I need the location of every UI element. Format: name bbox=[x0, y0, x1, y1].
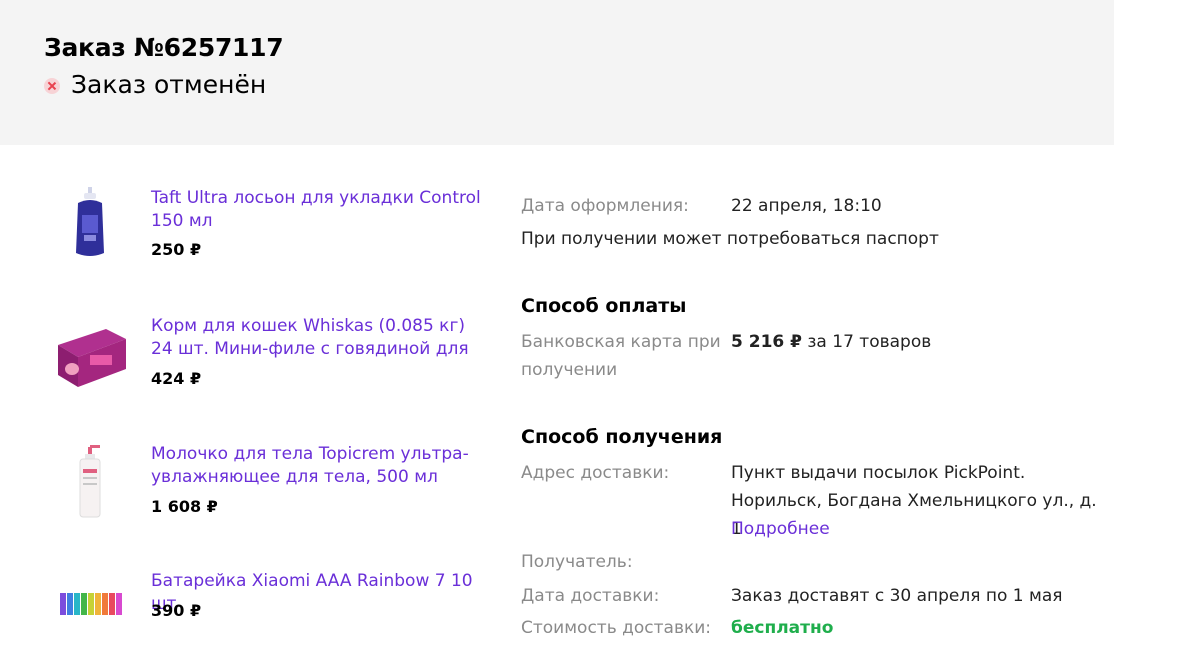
product-name-link[interactable]: Корм для кошек Whiskas (0.085 кг) 24 шт.… bbox=[151, 315, 491, 361]
delivery-section-title: Способ получения bbox=[521, 426, 723, 448]
order-title: Заказ №6257117 bbox=[44, 33, 284, 62]
product-price: 390 ₽ bbox=[151, 601, 202, 620]
cancelled-icon bbox=[44, 77, 60, 94]
product-name-link[interactable]: Молочко для тела Topicrem ультра-увлажня… bbox=[151, 443, 491, 489]
product-image[interactable] bbox=[50, 443, 130, 523]
delivery-address-label: Адрес доставки: bbox=[521, 463, 670, 483]
product-price: 424 ₽ bbox=[151, 369, 202, 388]
product-name-link[interactable]: Taft Ultra лосьон для укладки Control 15… bbox=[151, 187, 491, 233]
product-image[interactable] bbox=[50, 185, 130, 265]
more-details-link[interactable]: Подробнее bbox=[731, 515, 830, 543]
product-item[interactable]: Батарейка Xiaomi AAA Rainbow 7 10 шт 390… bbox=[0, 565, 500, 628]
product-name-link[interactable]: Батарейка Xiaomi AAA Rainbow 7 10 шт bbox=[151, 570, 491, 616]
payment-amount-value: 5 216 ₽ bbox=[731, 332, 802, 352]
order-header: Заказ №6257117 Заказ отменён bbox=[0, 0, 1114, 145]
delivery-cost-value: бесплатно bbox=[731, 618, 834, 638]
order-status: Заказ отменён bbox=[44, 70, 266, 99]
delivery-date-label: Дата доставки: bbox=[521, 586, 660, 606]
payment-section-title: Способ оплаты bbox=[521, 295, 687, 317]
payment-amount: 5 216 ₽ за 17 товаров bbox=[731, 328, 931, 356]
product-item[interactable]: Корм для кошек Whiskas (0.085 кг) 24 шт.… bbox=[0, 310, 500, 400]
passport-note: При получении может потребоваться паспор… bbox=[521, 229, 939, 249]
product-price: 1 608 ₽ bbox=[151, 497, 218, 516]
product-item[interactable]: Taft Ultra лосьон для укладки Control 15… bbox=[0, 180, 500, 270]
delivery-date-value: Заказ доставят с 30 апреля по 1 мая bbox=[731, 586, 1063, 606]
payment-method-label: Банковская карта при получении bbox=[521, 332, 721, 380]
product-price: 250 ₽ bbox=[151, 240, 202, 259]
recipient-label: Получатель: bbox=[521, 552, 633, 572]
delivery-cost-label: Стоимость доставки: bbox=[521, 618, 712, 638]
order-date-value: 22 апреля, 18:10 bbox=[731, 196, 882, 216]
payment-amount-suffix: за 17 товаров bbox=[807, 332, 932, 352]
order-date-label: Дата оформления: bbox=[521, 196, 689, 216]
order-status-text: Заказ отменён bbox=[71, 70, 267, 99]
product-item[interactable]: Молочко для тела Topicrem ультра-увлажня… bbox=[0, 438, 500, 528]
product-image[interactable] bbox=[50, 565, 130, 645]
product-image[interactable] bbox=[50, 315, 130, 395]
